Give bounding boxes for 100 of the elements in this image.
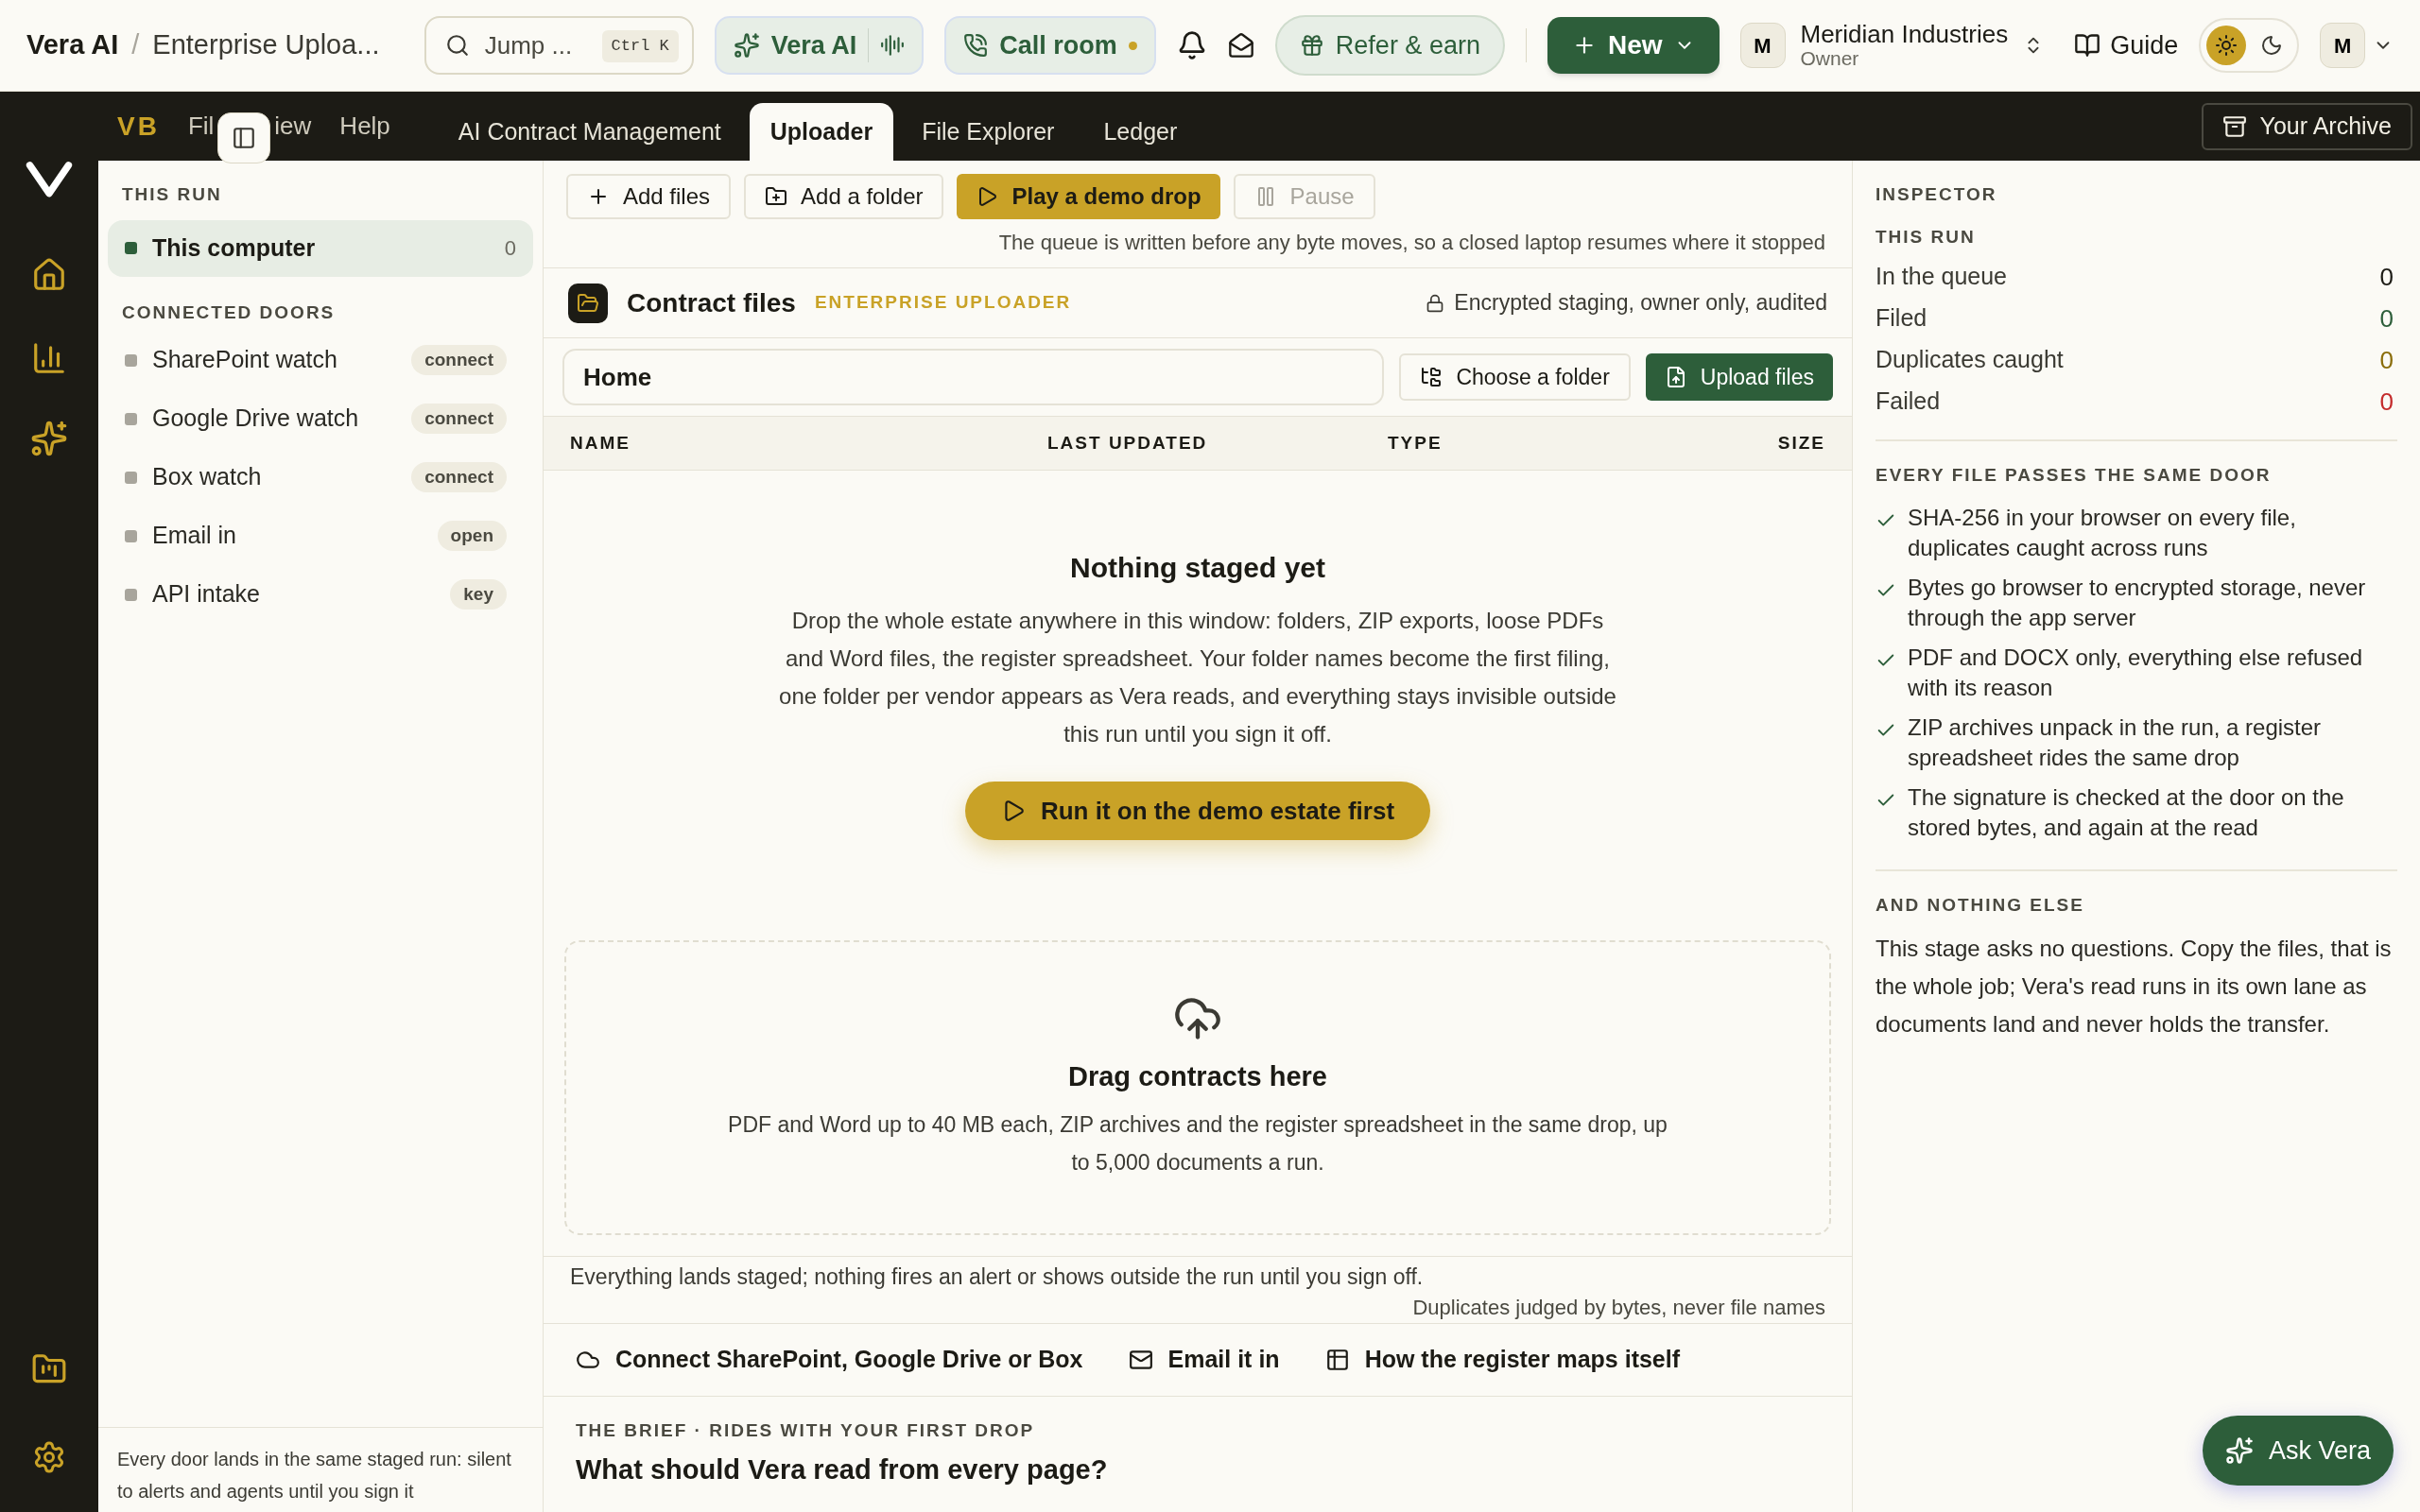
breadcrumb-link[interactable]: Vera AI <box>26 25 119 66</box>
check-text: PDF and DOCX only, everything else refused with its reason <box>1908 643 2364 702</box>
door-action-badge[interactable]: connect <box>411 403 507 435</box>
page-title: Enterprise Uploa... <box>152 28 380 62</box>
check-text: SHA-256 in your browser on every file, duplicates caught across runs <box>1908 503 2297 562</box>
sun-icon[interactable] <box>2206 26 2247 65</box>
menu-item[interactable]: Help <box>339 108 390 145</box>
guide-button[interactable]: Guide <box>2074 26 2179 65</box>
check-text: Bytes go browser to encrypted storage, never through the app server <box>1908 573 2367 632</box>
drop-zone-title: Drag contracts here <box>1068 1060 1327 1094</box>
tab[interactable]: AI Contract Management <box>437 103 742 161</box>
sidebar-item[interactable]: SharePoint watch connect <box>108 332 524 388</box>
toolbar-button[interactable]: Add files <box>566 174 732 219</box>
panel-left-icon <box>232 126 257 150</box>
check-text: The signature is checked at the door on the stored bytes, and again at the read <box>1908 782 2345 842</box>
door-action-badge[interactable]: connect <box>411 461 507 493</box>
upload-files-button[interactable]: Upload files <box>1645 353 1833 401</box>
choose-folder-button[interactable]: Choose a folder <box>1399 353 1631 401</box>
help-link[interactable]: How the register maps itself <box>1324 1341 1681 1378</box>
sidebar-item[interactable]: This computer 0 <box>108 219 533 277</box>
stat-label: Duplicates caught <box>1876 345 2064 375</box>
sparkles-icon <box>2224 1436 2254 1465</box>
section-heading: EVERY FILE PASSES THE SAME DOOR <box>1876 465 2272 485</box>
door-action-badge[interactable]: key <box>450 578 507 610</box>
settings-icon[interactable] <box>32 1440 66 1474</box>
org-name: Meridian Industries <box>1800 22 2009 48</box>
empty-state-text: Drop the whole estate anywhere in this window: folders, ZIP exports, loose PDFs and Word files, the register spreadsheet. Your folder names become the first filing, one folder per vendor appears as Vera reads, and everything stays invisible outside this run until you sign it off. <box>778 607 1617 748</box>
search-icon <box>444 33 470 58</box>
user-avatar[interactable]: M <box>2320 23 2366 68</box>
brief-question: What should Vera read from every page? <box>576 1453 1109 1486</box>
check-text: ZIP archives unpack in the run, a register spreadsheet rides the same drop <box>1908 713 2323 772</box>
phone-icon <box>963 33 989 58</box>
sidebar-toggle-button[interactable] <box>217 112 271 163</box>
menu-item[interactable]: iew <box>274 108 312 145</box>
sidebar-footer-text: Every door lands in the same staged run: silent to alerts and agents until you sign it <box>117 1448 512 1503</box>
panel-tag: ENTERPRISE UPLOADER <box>814 289 1072 317</box>
inspector-heading: INSPECTOR <box>1876 183 1998 206</box>
toolbar-button[interactable]: Play a demo drop <box>957 174 1220 219</box>
column-header[interactable]: LAST UPDATED <box>1047 429 1388 457</box>
folder-open-icon <box>568 283 608 323</box>
drop-zone-text: PDF and Word up to 40 MB each, ZIP archives and the register spreadsheet in the same drop, up to 5,000 documents a run. <box>727 1110 1668 1177</box>
table-icon <box>1324 1347 1350 1372</box>
security-note: Encrypted staging, owner only, audited <box>1454 289 1827 318</box>
sparkles-icon[interactable] <box>30 420 68 457</box>
new-button[interactable]: New <box>1547 17 1720 74</box>
sidebar-item[interactable]: Google Drive watch connect <box>108 390 524 447</box>
tab[interactable]: Uploader <box>749 103 894 161</box>
vera-ai-button[interactable]: Vera AI <box>714 16 925 75</box>
column-header[interactable]: TYPE <box>1388 429 1778 457</box>
breadcrumb-separator: / <box>131 28 140 62</box>
org-role: Owner <box>1800 47 1860 69</box>
empty-state-title: Nothing staged yet <box>1070 551 1325 585</box>
audio-wave-icon <box>880 33 906 58</box>
staging-note: Everything lands staged; nothing fires an alert or shows outside the run until you sign off. <box>570 1263 1425 1291</box>
menu-item[interactable]: Fil <box>187 108 215 145</box>
column-header[interactable]: NAME <box>570 429 1047 457</box>
bar-chart-icon[interactable] <box>31 340 67 376</box>
inspector-text: This stage asks no questions. Copy the files, that is the whole job; Vera's read runs in its own lane as documents land and never holds the transfer. <box>1876 935 2393 1039</box>
archive-button[interactable]: Your Archive <box>2201 102 2412 150</box>
item-count: 0 <box>504 235 516 262</box>
gift-icon <box>1299 33 1324 58</box>
path-field[interactable]: Home <box>562 349 1385 405</box>
call-room-button[interactable]: Call room <box>944 16 1156 75</box>
help-link[interactable]: Connect SharePoint, Google Drive or Box <box>576 1341 1083 1378</box>
help-link[interactable]: Email it in <box>1128 1341 1280 1378</box>
folder-tree-icon <box>1420 366 1443 388</box>
stat-value: 0 <box>2379 302 2394 335</box>
column-header[interactable]: SIZE <box>1777 429 1825 457</box>
stat-value: 0 <box>2379 386 2394 418</box>
demo-estate-button[interactable]: Run it on the demo estate first <box>964 782 1431 840</box>
archive-icon <box>2221 113 2247 139</box>
sidebar-item[interactable]: Email in open <box>108 507 524 564</box>
org-avatar: M <box>1739 23 1786 68</box>
shortcut-key: Ctrl K <box>601 30 679 62</box>
tab[interactable]: File Explorer <box>901 103 1076 161</box>
section-heading: AND NOTHING ELSE <box>1876 894 2084 915</box>
toolbar-button[interactable]: Add a folder <box>744 174 944 219</box>
panel-title: Contract files <box>627 286 796 319</box>
lock-icon <box>1426 293 1445 313</box>
stat-value: 0 <box>2379 261 2394 293</box>
book-icon <box>2074 32 2101 59</box>
refer-button[interactable]: Refer & earn <box>1274 15 1505 76</box>
ask-vera-button[interactable]: Ask Vera <box>2202 1416 2394 1486</box>
stat-value: 0 <box>2379 344 2394 376</box>
home-icon[interactable] <box>31 257 67 293</box>
door-action-badge[interactable]: connect <box>411 344 507 376</box>
stat-label: In the queue <box>1876 262 2007 292</box>
section-heading: THIS RUN <box>121 183 223 206</box>
folder-plus-icon <box>765 185 788 208</box>
drop-zone[interactable]: Drag contracts here PDF and Word up to 40 MB each, ZIP archives and the register spreadsheet in the same drop, up to 5,000 documents a run. <box>564 940 1831 1235</box>
inbox-icon[interactable] <box>1227 32 1254 59</box>
sparkles-icon <box>733 32 760 59</box>
sidebar-item[interactable]: API intake key <box>108 566 524 623</box>
queue-note: The queue is written before any byte moves, so a closed laptop resumes where it stopped <box>544 227 1852 268</box>
sidebar-item[interactable]: Box watch connect <box>108 449 524 506</box>
stat-label: Filed <box>1876 303 1927 334</box>
tab[interactable]: Ledger <box>1082 103 1199 161</box>
section-heading: THIS RUN <box>1876 225 1977 249</box>
door-action-badge[interactable]: open <box>437 520 507 552</box>
brief-eyebrow: THE BRIEF · RIDES WITH YOUR FIRST DROP <box>576 1418 1036 1442</box>
